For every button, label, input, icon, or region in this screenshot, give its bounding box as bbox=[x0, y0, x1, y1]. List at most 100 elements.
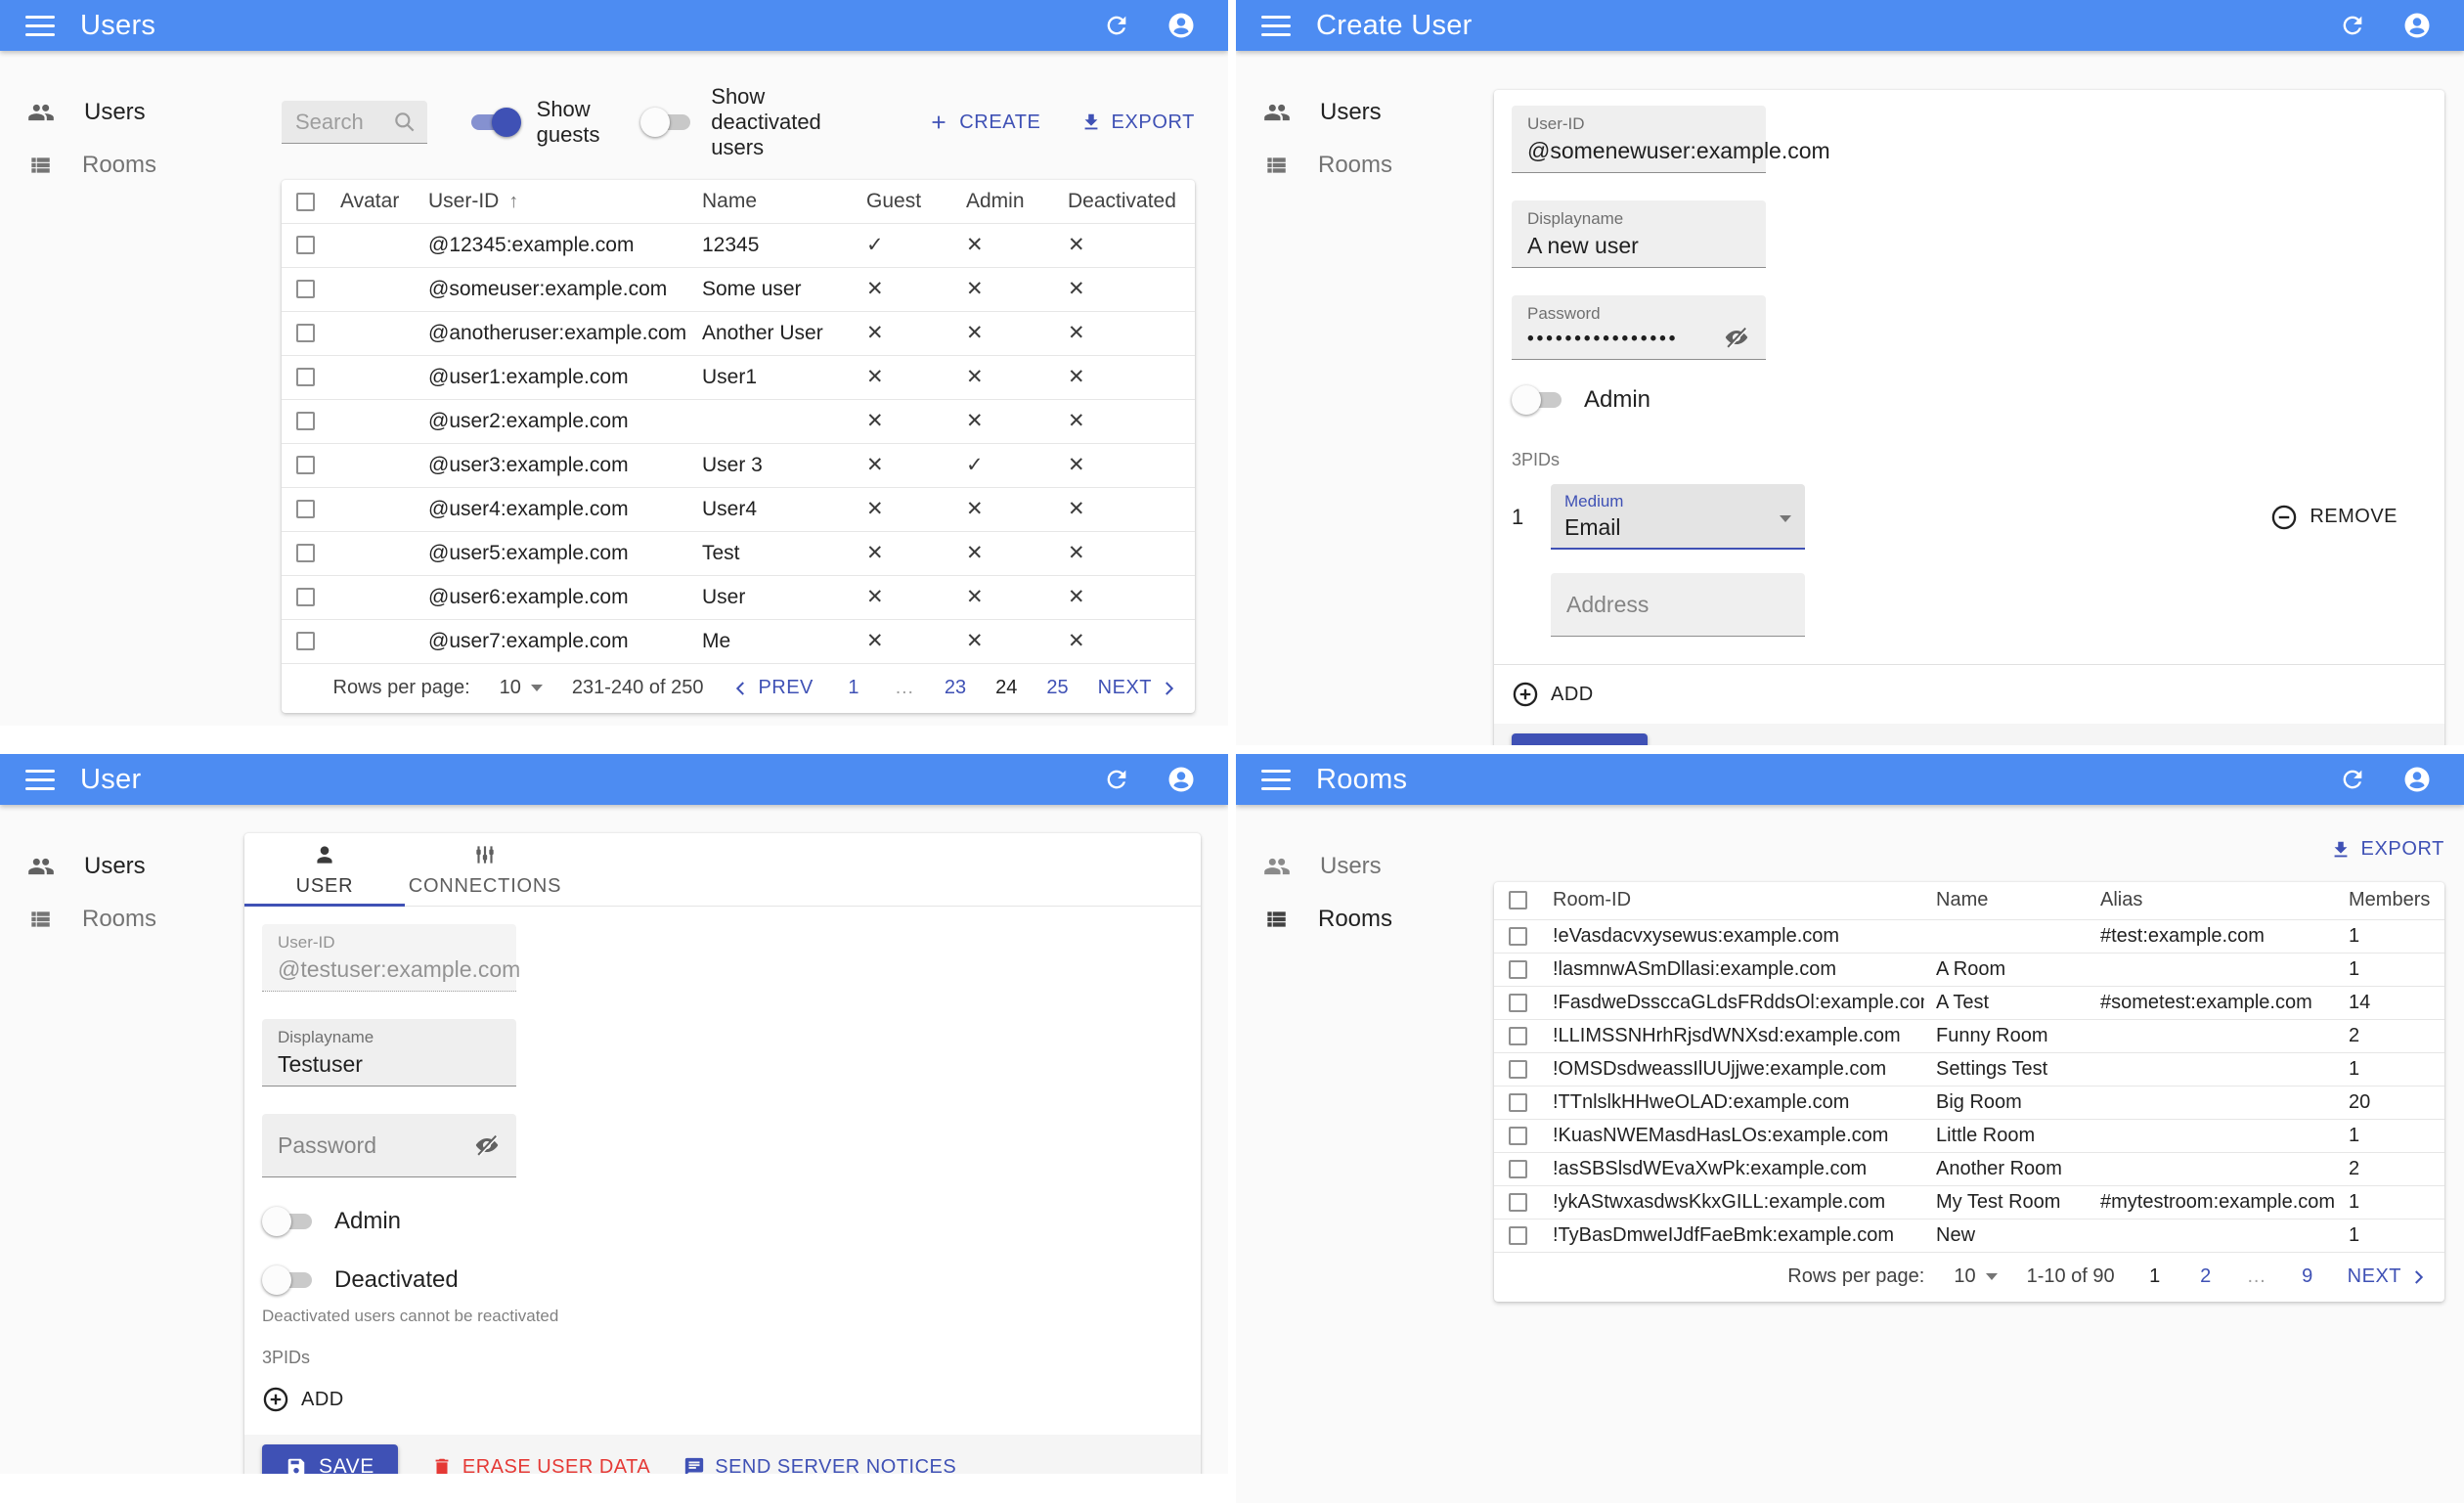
sidebar-item-rooms[interactable]: Rooms bbox=[0, 139, 250, 192]
room-id-cell[interactable]: !TyBasDmweIJdfFaeBmk:example.com bbox=[1541, 1219, 1924, 1253]
sidebar-item-users[interactable]: Users bbox=[1236, 86, 1486, 139]
room-row[interactable]: !ykAStwxasdwsKkxGILL:example.com My Test… bbox=[1494, 1185, 2444, 1220]
room-row[interactable]: !OMSDsdweassIlUUjjwe:example.com Setting… bbox=[1494, 1052, 2444, 1087]
profile-icon[interactable] bbox=[1162, 760, 1201, 799]
sidebar-item-rooms[interactable]: Rooms bbox=[1236, 139, 1486, 192]
deactivated-toggle[interactable]: Deactivated bbox=[262, 1265, 1183, 1295]
password-field[interactable]: Password bbox=[262, 1114, 516, 1177]
user-row[interactable]: @user3:example.com User 3 ✕ ✓ ✕ bbox=[282, 443, 1195, 488]
user-row[interactable]: @12345:example.com 12345 ✓ ✕ ✕ bbox=[282, 223, 1195, 268]
user-id-cell[interactable]: @user3:example.com bbox=[417, 443, 690, 488]
export-button[interactable]: EXPORT bbox=[2330, 838, 2444, 861]
room-row[interactable]: !LLIMSSNHrhRjsdWNXsd:example.com Funny R… bbox=[1494, 1019, 2444, 1053]
user-row[interactable]: @user6:example.com User ✕ ✕ ✕ bbox=[282, 575, 1195, 620]
room-id-cell[interactable]: !eVasdacvxysewus:example.com bbox=[1541, 919, 1924, 954]
remove-threepid-button[interactable]: REMOVE bbox=[2270, 504, 2398, 531]
room-row[interactable]: !KuasNWEMasdHasLOs:example.com Little Ro… bbox=[1494, 1119, 2444, 1153]
row-checkbox[interactable] bbox=[295, 412, 315, 431]
page-number[interactable]: 9 bbox=[2297, 1265, 2318, 1288]
user-id-cell[interactable]: @user1:example.com bbox=[417, 355, 690, 400]
user-row[interactable]: @anotheruser:example.com Another User ✕ … bbox=[282, 311, 1195, 356]
user-id-cell[interactable]: @user4:example.com bbox=[417, 487, 690, 532]
column-room-id[interactable]: Room-ID bbox=[1541, 882, 1924, 920]
visibility-off-icon[interactable] bbox=[473, 1131, 501, 1159]
room-id-cell[interactable]: !FasdweDssccaGLdsFRddsOl:example.com bbox=[1541, 986, 1924, 1020]
tab-connections[interactable]: CONNECTIONS bbox=[405, 833, 565, 906]
column-alias[interactable]: Alias bbox=[2089, 882, 2337, 920]
user-id-cell[interactable]: @12345:example.com bbox=[417, 223, 690, 268]
tab-user[interactable]: USER bbox=[244, 833, 405, 906]
page-number[interactable]: 1 bbox=[843, 677, 864, 699]
row-checkbox[interactable] bbox=[1508, 1192, 1527, 1212]
select-all-checkbox[interactable] bbox=[1508, 891, 1527, 910]
row-checkbox[interactable] bbox=[1508, 1126, 1527, 1145]
displayname-value[interactable]: A new user bbox=[1527, 233, 1750, 259]
column-members[interactable]: Members bbox=[2337, 882, 2444, 920]
admin-toggle[interactable]: Admin bbox=[1512, 385, 2427, 415]
row-checkbox[interactable] bbox=[1508, 1059, 1527, 1079]
add-threepid-button[interactable]: ADD bbox=[262, 1368, 1183, 1435]
profile-icon[interactable] bbox=[1162, 6, 1201, 45]
column-admin[interactable]: Admin bbox=[954, 180, 1056, 224]
password-field[interactable]: Password •••••••••••••••• bbox=[1512, 295, 1766, 360]
medium-select[interactable]: Medium Email bbox=[1551, 484, 1805, 550]
room-row[interactable]: !asSBSlsdWEvaXwPk:example.com Another Ro… bbox=[1494, 1152, 2444, 1186]
show-guests-toggle[interactable]: Show guests bbox=[466, 97, 602, 148]
room-row[interactable]: !FasdweDssccaGLdsFRddsOl:example.com A T… bbox=[1494, 986, 2444, 1020]
row-checkbox[interactable] bbox=[295, 280, 315, 299]
toggle-off-switch[interactable] bbox=[262, 1207, 317, 1236]
page-number[interactable]: 1 bbox=[2144, 1265, 2166, 1288]
column-name[interactable]: Name bbox=[1924, 882, 2089, 920]
room-id-cell[interactable]: !asSBSlsdWEvaXwPk:example.com bbox=[1541, 1152, 1924, 1186]
show-deactivated-toggle[interactable]: Show deactivated users bbox=[640, 84, 850, 160]
refresh-icon[interactable] bbox=[2333, 6, 2372, 45]
row-checkbox[interactable] bbox=[1508, 1159, 1527, 1178]
column-deactivated[interactable]: Deactivated bbox=[1056, 180, 1195, 224]
row-checkbox[interactable] bbox=[295, 236, 315, 255]
room-id-cell[interactable]: !ykAStwxasdwsKkxGILL:example.com bbox=[1541, 1185, 1924, 1220]
room-id-cell[interactable]: !lasmnwASmDllasi:example.com bbox=[1541, 953, 1924, 987]
row-checkbox[interactable] bbox=[295, 632, 315, 651]
page-number[interactable]: 24 bbox=[995, 677, 1017, 699]
row-checkbox[interactable] bbox=[1508, 926, 1527, 946]
admin-toggle[interactable]: Admin bbox=[262, 1207, 1183, 1236]
password-value[interactable]: •••••••••••••••• bbox=[1527, 329, 1723, 350]
displayname-field[interactable]: Displayname Testuser bbox=[262, 1019, 516, 1087]
user-id-cell[interactable]: @user2:example.com bbox=[417, 399, 690, 444]
column-user-id[interactable]: User-ID ↑ bbox=[417, 180, 690, 224]
user-id-field[interactable]: User-ID @somenewuser:example.com bbox=[1512, 106, 1830, 173]
row-checkbox[interactable] bbox=[295, 500, 315, 519]
erase-user-data-button[interactable]: ERASE USER DATA bbox=[431, 1456, 650, 1474]
room-id-cell[interactable]: !LLIMSSNHrhRjsdWNXsd:example.com bbox=[1541, 1019, 1924, 1053]
rows-per-page-select[interactable]: 10 bbox=[1954, 1265, 1998, 1288]
user-id-cell[interactable]: @user7:example.com bbox=[417, 619, 690, 664]
create-button[interactable]: CREATE bbox=[928, 111, 1040, 134]
save-button[interactable]: SAVE bbox=[1512, 733, 1648, 745]
refresh-icon[interactable] bbox=[1097, 6, 1136, 45]
row-checkbox[interactable] bbox=[295, 368, 315, 387]
rows-per-page-select[interactable]: 10 bbox=[500, 677, 543, 699]
send-server-notices-button[interactable]: SEND SERVER NOTICES bbox=[683, 1456, 956, 1474]
prev-page-button[interactable]: PREV bbox=[732, 677, 813, 699]
toggle-off-switch[interactable] bbox=[640, 108, 695, 137]
user-row[interactable]: @user4:example.com User4 ✕ ✕ ✕ bbox=[282, 487, 1195, 532]
search-input[interactable]: Search bbox=[282, 101, 427, 144]
user-id-cell[interactable]: @anotheruser:example.com bbox=[417, 311, 690, 356]
visibility-off-icon[interactable] bbox=[1723, 324, 1750, 351]
row-checkbox[interactable] bbox=[295, 588, 315, 607]
user-id-cell[interactable]: @user6:example.com bbox=[417, 575, 690, 620]
column-guest[interactable]: Guest bbox=[855, 180, 954, 224]
column-name[interactable]: Name bbox=[690, 180, 855, 224]
row-checkbox[interactable] bbox=[295, 544, 315, 563]
export-button[interactable]: EXPORT bbox=[1080, 111, 1195, 134]
sidebar-item-users[interactable]: Users bbox=[0, 840, 250, 893]
row-checkbox[interactable] bbox=[1508, 1092, 1527, 1112]
page-number[interactable]: 2 bbox=[2195, 1265, 2217, 1288]
room-row[interactable]: !TyBasDmweIJdfFaeBmk:example.com New 1 bbox=[1494, 1219, 2444, 1253]
user-id-cell[interactable]: @user5:example.com bbox=[417, 531, 690, 576]
refresh-icon[interactable] bbox=[2333, 760, 2372, 799]
toggle-on-switch[interactable] bbox=[466, 108, 521, 137]
next-page-button[interactable]: NEXT bbox=[2348, 1265, 2427, 1288]
profile-icon[interactable] bbox=[2398, 6, 2437, 45]
refresh-icon[interactable] bbox=[1097, 760, 1136, 799]
